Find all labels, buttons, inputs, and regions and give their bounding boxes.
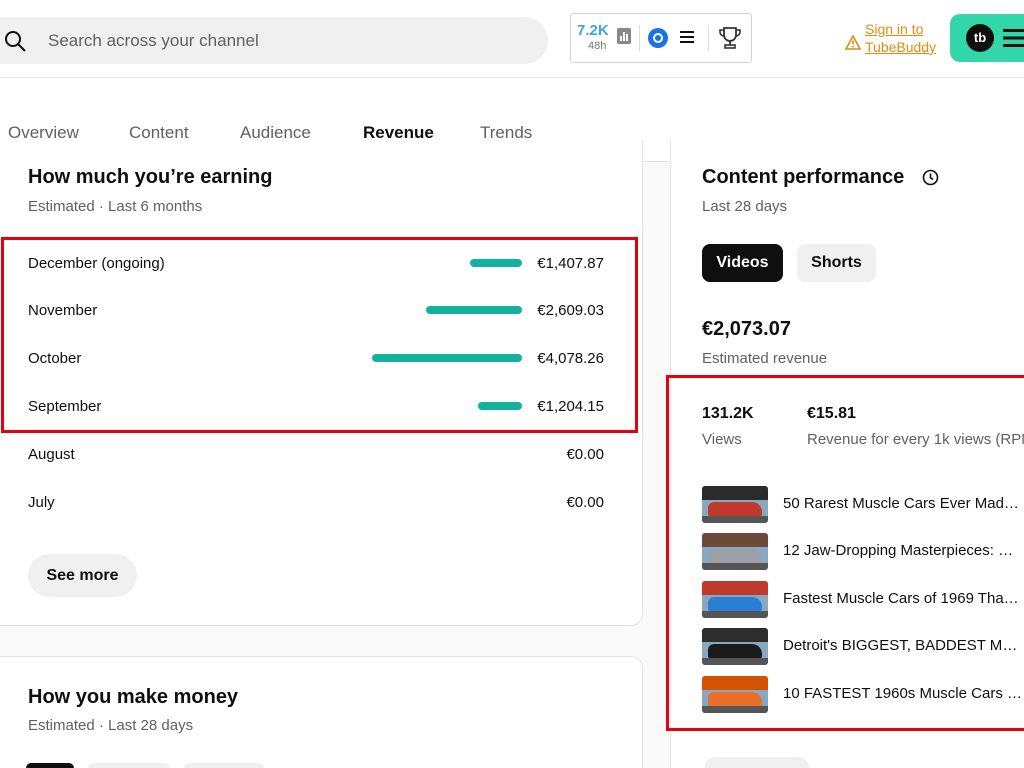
- vidiq-icon[interactable]: [648, 28, 668, 48]
- content-performance-subtitle: Last 28 days: [702, 198, 788, 215]
- divider: [708, 25, 709, 51]
- clock-icon[interactable]: [922, 169, 939, 186]
- see-more-button[interactable]: See more: [28, 554, 137, 597]
- month-label: August: [28, 446, 75, 463]
- month-revenue: €0.00: [566, 446, 604, 463]
- tubebuddy-signin-link[interactable]: Sign in to TubeBuddy: [845, 21, 945, 59]
- see-more-button[interactable]: [705, 757, 809, 768]
- hamburger-icon: [1003, 29, 1024, 47]
- tubebuddy-view-period: 48h: [588, 40, 607, 52]
- earning-subtitle: Estimated · Last 6 months: [28, 198, 203, 215]
- warning-icon: [845, 35, 861, 50]
- tubebuddy-logo: tb: [966, 24, 994, 52]
- make-money-card: [0, 656, 643, 768]
- highlight-box-earnings: [1, 237, 638, 433]
- bar-chart-icon[interactable]: [617, 28, 631, 44]
- filter-chip[interactable]: [88, 763, 170, 768]
- tubebuddy-view-count: 7.2K: [577, 22, 609, 39]
- signin-text-line1[interactable]: Sign in to: [865, 21, 923, 37]
- videos-toggle[interactable]: Videos: [702, 244, 783, 282]
- trophy-icon[interactable]: [719, 26, 741, 50]
- earning-title: How much you’re earning: [28, 166, 273, 188]
- content-performance-title: Content performance: [702, 166, 905, 188]
- menu-icon[interactable]: [680, 30, 694, 44]
- month-revenue: €0.00: [566, 494, 604, 511]
- search-bar[interactable]: [0, 17, 548, 64]
- filter-chip[interactable]: [26, 763, 74, 768]
- signin-text-line2[interactable]: TubeBuddy: [865, 39, 936, 55]
- search-icon: [5, 31, 26, 52]
- search-input[interactable]: [48, 27, 528, 54]
- highlight-box-performance: [666, 375, 1024, 731]
- shorts-toggle[interactable]: Shorts: [797, 244, 876, 282]
- top-bar: 7.2K 48h Sign in to T: [0, 0, 1024, 78]
- estimated-revenue-value: €2,073.07: [702, 318, 791, 340]
- divider: [639, 25, 640, 51]
- make-money-subtitle: Estimated · Last 28 days: [28, 717, 194, 734]
- month-label: July: [28, 494, 55, 511]
- tubebuddy-menu-button[interactable]: tb: [950, 14, 1024, 62]
- estimated-revenue-label: Estimated revenue: [702, 350, 828, 367]
- tubebuddy-widget[interactable]: 7.2K 48h: [570, 13, 752, 63]
- make-money-title: How you make money: [28, 686, 239, 708]
- filter-chip[interactable]: [184, 763, 264, 768]
